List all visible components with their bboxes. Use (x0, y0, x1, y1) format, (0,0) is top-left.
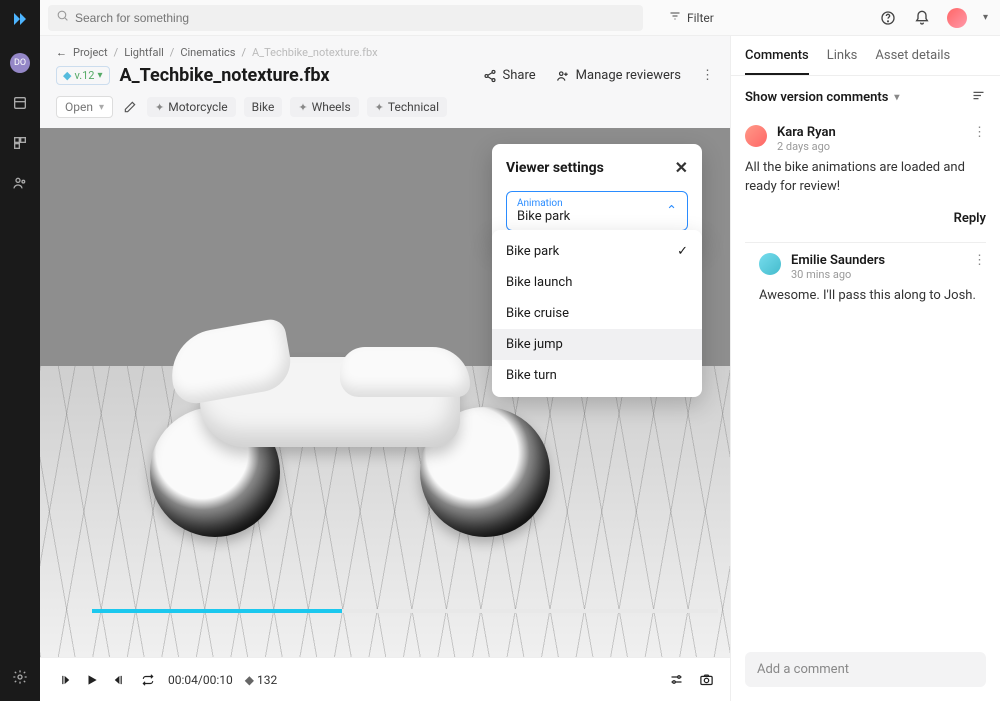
asset-title: A_Techbike_notexture.fbx (120, 65, 330, 86)
model-preview (120, 317, 550, 537)
chevron-down-icon[interactable]: ▾ (983, 12, 988, 23)
back-icon[interactable]: ← (56, 46, 67, 59)
camera-icon[interactable] (698, 672, 714, 688)
home-icon[interactable] (10, 93, 30, 113)
version-comments-toggle[interactable]: Show version comments (745, 90, 888, 105)
manage-reviewers-button[interactable]: Manage reviewers (556, 68, 681, 83)
select-value: Bike park (517, 209, 677, 224)
viewer-settings-icon[interactable] (668, 672, 684, 688)
timeline-scrubber[interactable] (92, 609, 718, 613)
settings-icon[interactable] (10, 667, 30, 687)
tag-motorcycle[interactable]: ✦Motorcycle (147, 97, 236, 117)
tab-links[interactable]: Links (827, 48, 858, 75)
workspace-avatar[interactable]: DO (10, 53, 30, 73)
time-display: 00:04/00:10 (168, 673, 233, 687)
option-bike-jump[interactable]: Bike jump (492, 329, 702, 360)
app-logo[interactable] (11, 10, 29, 33)
reply-button[interactable]: Reply (731, 207, 1000, 238)
frame-display: ◆132 (245, 673, 277, 687)
tab-asset-details[interactable]: Asset details (875, 48, 950, 75)
projects-icon[interactable] (10, 133, 30, 153)
timeline-fill (92, 609, 342, 613)
share-label: Share (503, 68, 536, 83)
viewer-settings-panel: Viewer settings ✕ Animation Bike park ⌃ … (492, 144, 702, 245)
share-button[interactable]: Share (483, 68, 536, 83)
filter-button[interactable]: Filter (669, 10, 714, 25)
sort-icon[interactable] (971, 88, 986, 107)
edit-icon[interactable] (121, 98, 139, 116)
chevron-up-icon: ⌃ (666, 204, 677, 219)
comment-more-icon[interactable]: ⋮ (973, 125, 986, 140)
chevron-down-icon[interactable]: ▾ (894, 92, 899, 103)
avatar (759, 253, 781, 275)
crumb-2[interactable]: Cinematics (180, 46, 235, 59)
comment-meta: 30 mins ago (791, 268, 885, 281)
tag-wheels[interactable]: ✦Wheels (290, 97, 358, 117)
play-icon[interactable] (84, 672, 100, 688)
viewport-3d[interactable]: Viewer settings ✕ Animation Bike park ⌃ … (40, 128, 730, 657)
close-icon[interactable]: ✕ (675, 158, 688, 177)
crumb-current: A_Techbike_notexture.fbx (252, 46, 378, 59)
status-label: Open (65, 100, 93, 114)
tag-technical[interactable]: ✦Technical (367, 97, 447, 117)
option-bike-turn[interactable]: Bike turn (492, 360, 702, 391)
search-input-wrapper[interactable] (48, 5, 643, 31)
filter-icon (669, 10, 681, 25)
comment-body: Awesome. I'll pass this along to Josh. (759, 287, 986, 306)
version-selector[interactable]: ◆ v.12 ▾ (56, 66, 110, 85)
comment-author: Kara Ryan (777, 125, 836, 140)
select-label: Animation (517, 198, 677, 209)
animation-dropdown: Bike park ✓ Bike launch Bike cruise Bike… (492, 230, 702, 397)
search-input[interactable] (75, 11, 635, 25)
check-icon: ✓ (677, 244, 688, 259)
more-icon[interactable]: ⋮ (701, 68, 714, 83)
breadcrumb: ← Project / Lightfall / Cinematics / A_T… (40, 36, 730, 59)
option-bike-cruise[interactable]: Bike cruise (492, 298, 702, 329)
comment-body: All the bike animations are loaded and r… (745, 159, 986, 197)
crumb-0[interactable]: Project (73, 46, 108, 59)
comment-more-icon[interactable]: ⋮ (973, 253, 986, 268)
avatar (745, 125, 767, 147)
add-comment-input[interactable]: Add a comment (745, 652, 986, 687)
user-avatar[interactable] (947, 8, 967, 28)
notifications-icon[interactable] (913, 9, 931, 27)
manage-label: Manage reviewers (576, 68, 681, 83)
help-icon[interactable] (879, 9, 897, 27)
crumb-1[interactable]: Lightfall (124, 46, 164, 59)
option-bike-park[interactable]: Bike park ✓ (492, 236, 702, 267)
loop-icon[interactable] (140, 672, 156, 688)
comment-meta: 2 days ago (777, 140, 836, 153)
comment-author: Emilie Saunders (791, 253, 885, 268)
team-icon[interactable] (10, 173, 30, 193)
animation-select[interactable]: Animation Bike park ⌃ (506, 191, 688, 231)
version-label: v.12 (74, 69, 94, 82)
option-bike-launch[interactable]: Bike launch (492, 267, 702, 298)
skip-forward-icon[interactable] (112, 672, 128, 688)
popover-title: Viewer settings (506, 160, 604, 176)
search-icon (56, 9, 69, 26)
skip-back-icon[interactable] (56, 672, 72, 688)
tab-comments[interactable]: Comments (745, 48, 809, 75)
tag-bike[interactable]: Bike (244, 97, 283, 117)
filter-label: Filter (687, 11, 714, 25)
status-selector[interactable]: Open ▾ (56, 96, 113, 118)
divider (745, 242, 986, 243)
